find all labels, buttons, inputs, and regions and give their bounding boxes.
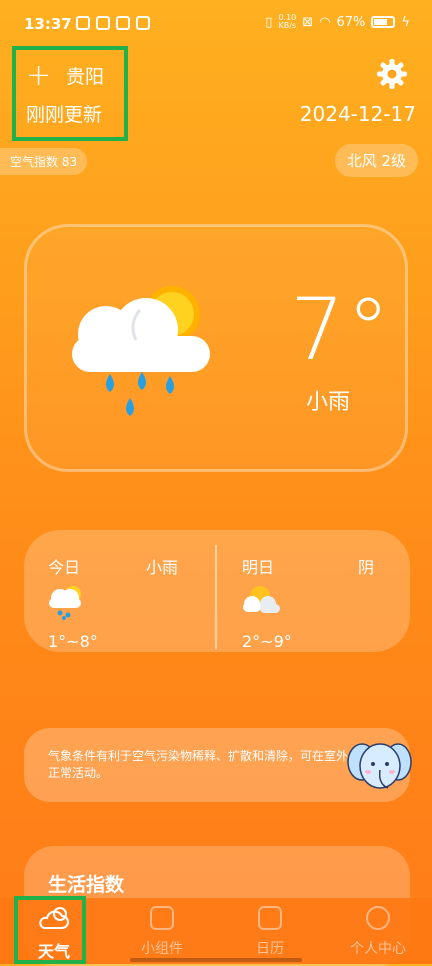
forecast-today-day: 今日	[48, 558, 81, 577]
weather-tab-highlight	[14, 896, 86, 964]
calendar-icon	[258, 906, 282, 930]
advice-text: 气象条件有利于空气污染物稀释、扩散和清除，可在室外正常活动。	[48, 749, 349, 780]
cloud-rain-icon	[49, 586, 81, 620]
status-app-icons	[76, 16, 150, 30]
net-speed: 0.10 KB/s	[278, 13, 297, 30]
battery-icon	[371, 16, 396, 28]
current-date: 2024-12-17	[299, 102, 416, 126]
nav-tab-widgets[interactable]: 小组件	[108, 938, 216, 958]
widget-icon	[150, 906, 174, 930]
nav-tab-profile[interactable]: 个人中心	[324, 938, 432, 958]
forecast-divider	[215, 545, 217, 649]
wifi-icon: ◠	[319, 14, 331, 30]
charging-icon: ϟ	[401, 14, 410, 30]
aqi-badge[interactable]: 空气指数 83	[0, 148, 88, 175]
gesture-bar[interactable]	[130, 958, 302, 962]
app-notification-icon	[96, 16, 110, 30]
profile-icon	[366, 906, 390, 930]
app-notification-icon	[116, 16, 130, 30]
app-notification-icon	[136, 16, 150, 30]
elephant-mascot-icon	[347, 743, 412, 789]
forecast-tomorrow-condition: 阴	[358, 558, 375, 577]
status-bar: 13:37 ▯ 0.10 KB/s ⊠ ◠ 67% ϟ	[0, 0, 432, 48]
current-condition: 小雨	[306, 390, 351, 415]
settings-gear-icon[interactable]	[376, 58, 408, 90]
wind-badge: 北风 2级	[334, 144, 418, 177]
battery-percent: 67%	[336, 14, 366, 30]
nav-tab-calendar[interactable]: 日历	[216, 938, 324, 958]
update-status: 刚刚更新	[26, 104, 103, 126]
no-sim-icon: ⊠	[302, 14, 314, 30]
vibrate-icon: ▯	[265, 14, 273, 30]
forecast-tomorrow-range: 2°~9°	[242, 632, 292, 651]
forecast-today-condition: 小雨	[146, 558, 179, 577]
forecast-tomorrow-day: 明日	[242, 558, 275, 577]
life-index-title: 生活指数	[48, 874, 125, 896]
current-temperature: 7°	[290, 280, 392, 380]
cloud-sun-icon	[243, 586, 280, 613]
city-name[interactable]: 贵阳	[66, 62, 104, 89]
app-notification-icon	[76, 16, 90, 30]
status-right: ▯ 0.10 KB/s ⊠ ◠ 67% ϟ	[265, 14, 410, 30]
add-city-button[interactable]: +	[26, 58, 51, 93]
forecast-today-range: 1°~8°	[48, 632, 98, 651]
cloud-sun-rain-icon	[72, 286, 210, 416]
status-time: 13:37	[24, 15, 72, 33]
